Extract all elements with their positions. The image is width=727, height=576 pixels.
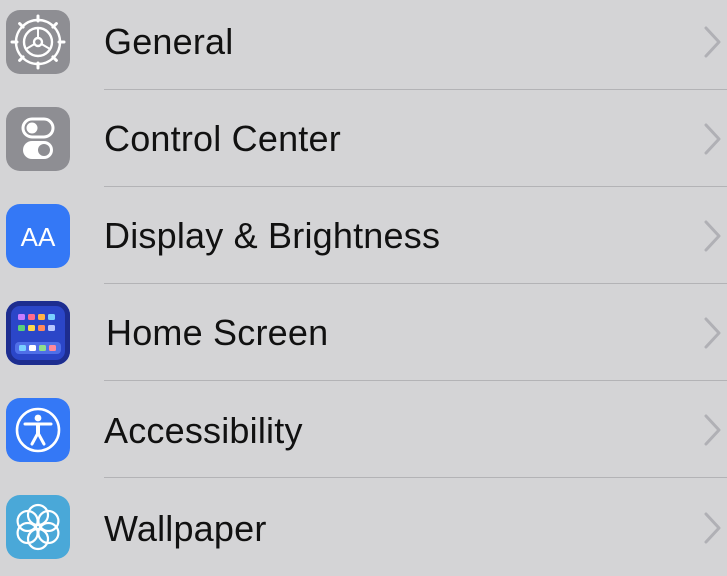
- settings-row-label: Accessibility: [104, 410, 303, 451]
- chevron-right-icon: [702, 122, 722, 156]
- chevron-right-icon: [702, 219, 722, 253]
- row-divider: [104, 186, 727, 187]
- switches-icon: [6, 107, 70, 171]
- settings-row-label: General: [104, 21, 234, 62]
- row-divider: [104, 283, 727, 284]
- settings-row-display-brightness[interactable]: AA Display & Brightness: [0, 188, 727, 285]
- settings-row-general[interactable]: General: [0, 0, 727, 91]
- settings-row-home-screen[interactable]: Home Screen: [0, 285, 727, 382]
- settings-row-label: Control Center: [104, 118, 341, 159]
- text-size-glyph: AA: [21, 222, 56, 252]
- settings-list: General Control Center AA Display & Brig: [0, 0, 727, 559]
- accessibility-icon: [6, 398, 70, 462]
- app-grid-icon: [6, 301, 70, 365]
- settings-row-label: Wallpaper: [104, 508, 267, 549]
- gear-icon: [6, 10, 70, 74]
- settings-row-wallpaper[interactable]: Wallpaper: [0, 479, 727, 576]
- text-size-icon: AA: [6, 204, 70, 268]
- row-divider: [104, 380, 727, 381]
- chevron-right-icon: [702, 413, 722, 447]
- settings-row-label: Home Screen: [106, 312, 329, 353]
- settings-row-label: Display & Brightness: [104, 215, 441, 256]
- settings-row-control-center[interactable]: Control Center: [0, 91, 727, 188]
- row-divider: [104, 89, 727, 90]
- chevron-right-icon: [702, 25, 722, 59]
- flower-icon: [6, 495, 70, 559]
- chevron-right-icon: [702, 316, 722, 350]
- settings-row-accessibility[interactable]: Accessibility: [0, 382, 727, 479]
- row-divider: [104, 477, 727, 478]
- chevron-right-icon: [702, 511, 722, 545]
